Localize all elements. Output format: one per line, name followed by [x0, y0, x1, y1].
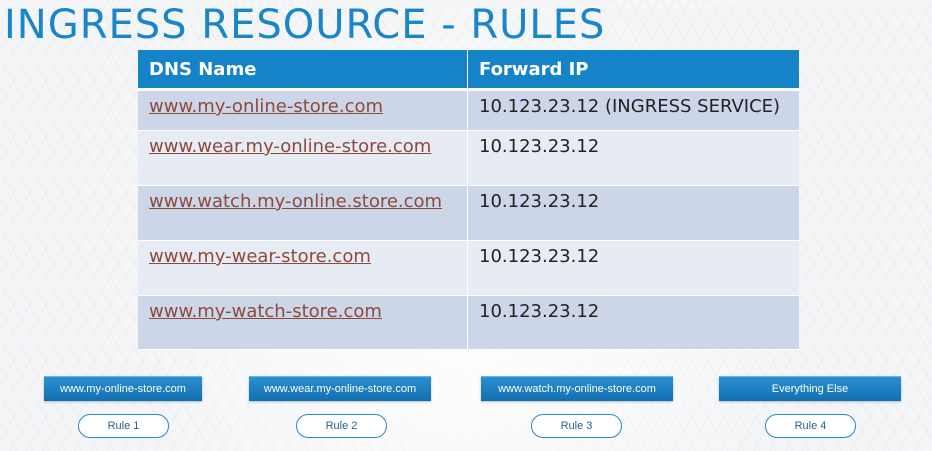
rule-3-pill[interactable]: Rule 3	[531, 414, 622, 438]
table-header-row: DNS Name Forward IP	[138, 50, 799, 91]
forward-ip-cell: 10.123.23.12	[468, 186, 799, 241]
host-button-everything-else[interactable]: Everything Else	[719, 376, 901, 401]
column-header-dns-name: DNS Name	[138, 50, 468, 91]
rule-2-pill[interactable]: Rule 2	[296, 414, 387, 438]
host-button-wear[interactable]: www.wear.my-online-store.com	[249, 376, 431, 401]
host-button-online-store[interactable]: www.my-online-store.com	[44, 376, 202, 401]
dns-name-link[interactable]: www.wear.my-online-store.com	[149, 136, 431, 157]
rule-1-pill[interactable]: Rule 1	[78, 414, 169, 438]
dns-name-cell: www.wear.my-online-store.com	[138, 131, 468, 186]
forward-ip-cell: 10.123.23.12	[468, 131, 799, 186]
table-row: www.watch.my-online.store.com 10.123.23.…	[138, 186, 799, 241]
ingress-rules-table: DNS Name Forward IP www.my-online-store.…	[138, 50, 799, 350]
dns-name-cell: www.watch.my-online.store.com	[138, 186, 468, 241]
table-row: www.my-online-store.com 10.123.23.12 (IN…	[138, 91, 799, 131]
dns-name-cell: www.my-watch-store.com	[138, 296, 468, 350]
dns-name-link[interactable]: www.my-wear-store.com	[149, 246, 371, 267]
column-header-forward-ip: Forward IP	[468, 50, 799, 91]
table-row: www.my-watch-store.com 10.123.23.12	[138, 296, 799, 350]
table-row: www.wear.my-online-store.com 10.123.23.1…	[138, 131, 799, 186]
dns-name-cell: www.my-online-store.com	[138, 91, 468, 131]
dns-name-cell: www.my-wear-store.com	[138, 241, 468, 296]
dns-name-link[interactable]: www.my-watch-store.com	[149, 301, 382, 322]
dns-name-link[interactable]: www.my-online-store.com	[149, 96, 383, 117]
page-title: INGRESS RESOURCE - RULES	[4, 2, 606, 48]
forward-ip-cell: 10.123.23.12 (INGRESS SERVICE)	[468, 91, 799, 131]
table-row: www.my-wear-store.com 10.123.23.12	[138, 241, 799, 296]
forward-ip-cell: 10.123.23.12	[468, 296, 799, 350]
forward-ip-cell: 10.123.23.12	[468, 241, 799, 296]
host-button-watch[interactable]: www.watch.my-online-store.com	[481, 376, 673, 401]
rule-4-pill[interactable]: Rule 4	[765, 414, 856, 438]
dns-name-link[interactable]: www.watch.my-online.store.com	[149, 191, 442, 212]
